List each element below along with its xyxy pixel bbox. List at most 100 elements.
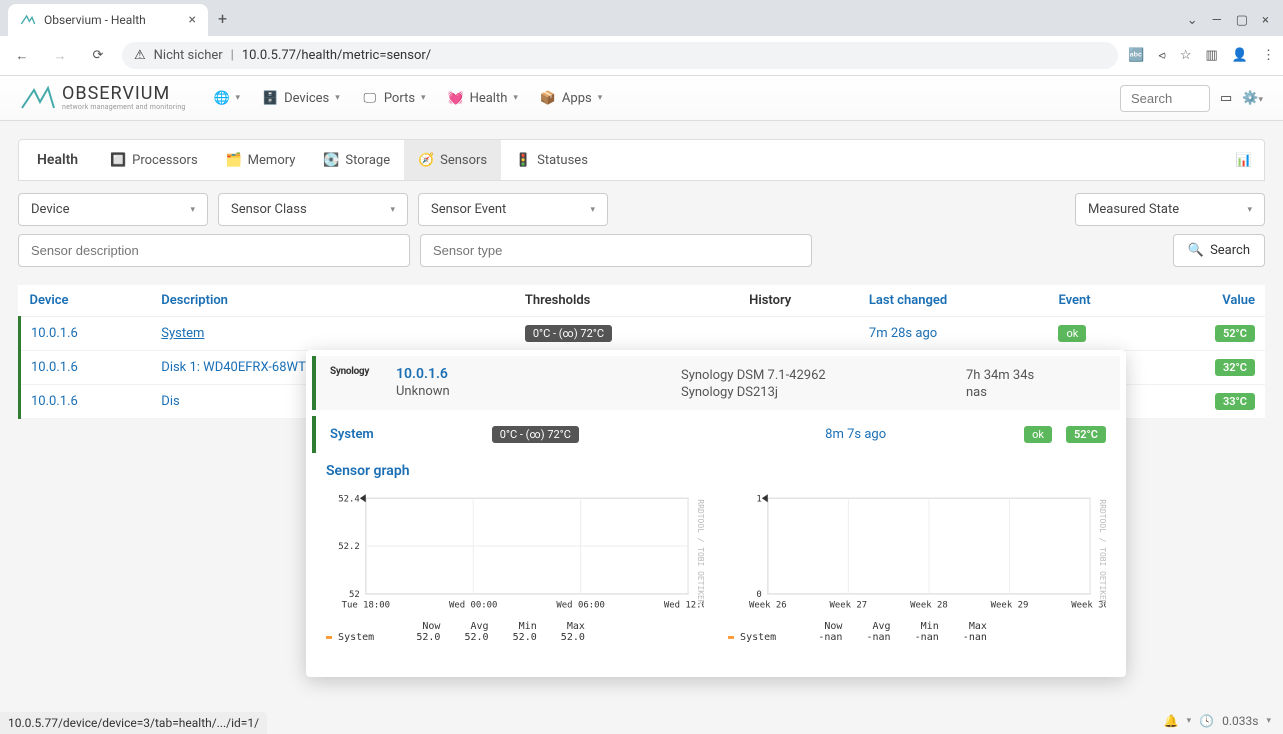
chart-icon[interactable]: 📊 (1236, 153, 1252, 168)
device-link[interactable]: 10.0.1.6 (31, 394, 78, 409)
chevron-down-icon: ▾ (590, 205, 595, 215)
profile-icon[interactable]: 👤 (1232, 48, 1248, 63)
event-chip: ok (1058, 325, 1086, 342)
app-logo[interactable]: OBSERVIUM network management and monitor… (20, 84, 186, 112)
nav-apps[interactable]: 📦Apps▾ (530, 82, 612, 114)
globe-icon: 🌐 (214, 90, 230, 106)
browser-tab[interactable]: Observium - Health × (8, 4, 208, 36)
status-bar-url: 10.0.5.77/device/device=3/tab=health/...… (0, 712, 267, 734)
svg-text:52.4: 52.4 (338, 494, 360, 504)
sensor-description-input[interactable] (18, 234, 410, 267)
col-description[interactable]: Description (151, 285, 515, 317)
device-link[interactable]: 10.0.1.6 (31, 326, 78, 341)
chevron-down-icon[interactable]: ▾ (1187, 716, 1192, 726)
tab-statuses[interactable]: 🚦Statuses (501, 140, 602, 180)
col-value[interactable]: Value (1149, 285, 1265, 317)
svg-text:1: 1 (756, 494, 761, 504)
chevron-down-icon[interactable]: ▾ (1266, 716, 1271, 726)
table-row[interactable]: 10.0.1.6 System 0°C - (∞) 72°C 7m 28s ag… (20, 317, 1266, 351)
sensor-type-input[interactable] (420, 234, 812, 267)
filter-row-2: 🔍Search (18, 234, 1265, 267)
memory-icon: 🗂️ (226, 152, 242, 168)
col-last-changed[interactable]: Last changed (859, 285, 1049, 317)
chevron-down-icon: ▾ (190, 205, 195, 215)
svg-text:0: 0 (756, 590, 761, 600)
svg-text:Week 26: Week 26 (749, 601, 787, 611)
close-window-icon[interactable]: × (1262, 13, 1269, 28)
popover-status: Unknown (396, 384, 681, 399)
value-chip: 33°C (1215, 393, 1255, 410)
new-tab-button[interactable]: + (208, 1, 237, 36)
heartbeat-icon: 💓 (448, 90, 464, 106)
popover-sensor-row: System 0°C - (∞) 72°C 8m 7s ago ok 52°C (312, 416, 1120, 453)
port-icon: 🖵 (362, 90, 378, 106)
svg-text:Week 29: Week 29 (991, 601, 1029, 611)
subnav-title: Health (19, 152, 96, 168)
tab-sensors[interactable]: 🧭Sensors (404, 140, 501, 180)
col-device[interactable]: Device (20, 285, 152, 317)
tab-memory[interactable]: 🗂️Memory (212, 140, 310, 180)
description-link[interactable]: Disk 1: WD40EFRX-68WT0N0 (161, 360, 330, 375)
nav-globe[interactable]: 🌐▾ (204, 82, 251, 114)
not-secure-icon: ⚠ (134, 48, 146, 63)
nav-ports[interactable]: 🖵Ports▾ (352, 82, 436, 114)
svg-text:Week 28: Week 28 (910, 601, 948, 611)
bell-icon[interactable]: 🔔 (1164, 714, 1179, 728)
minimize-icon[interactable]: — (1212, 13, 1222, 28)
vendor-logo: Synology (330, 366, 386, 400)
filter-sensor-class[interactable]: Sensor Class▾ (218, 193, 408, 226)
sensor-graph: 5252.252.4Tue 18:00Wed 00:00Wed 06:00Wed… (326, 487, 704, 657)
reload-button[interactable]: ⟳ (84, 42, 112, 70)
sub-nav: Health 🔲Processors 🗂️Memory 💽Storage 🧭Se… (18, 139, 1265, 181)
filter-measured-state[interactable]: Measured State▾ (1075, 193, 1265, 226)
url-text: 10.0.5.77/health/metric=sensor/ (242, 48, 431, 63)
bookmark-icon[interactable]: ☆ (1180, 48, 1192, 63)
popover-event: ok (1024, 426, 1052, 443)
svg-text:Wed 00:00: Wed 00:00 (449, 601, 497, 611)
description-link[interactable]: System (161, 326, 204, 341)
col-event[interactable]: Event (1048, 285, 1149, 317)
share-icon[interactable]: ⪦ (1159, 48, 1166, 63)
tab-close-icon[interactable]: × (189, 12, 196, 28)
popover-header: Synology 10.0.1.6 Unknown Synology DSM 7… (312, 356, 1120, 410)
tab-processors[interactable]: 🔲Processors (96, 140, 212, 180)
svg-text:RRDTOOL / TOBI OETIKER: RRDTOOL / TOBI OETIKER (1098, 499, 1106, 604)
popover-sensor-name[interactable]: System (330, 427, 374, 442)
sidepanel-icon[interactable]: ▥ (1206, 48, 1218, 63)
device-link[interactable]: 10.0.1.6 (31, 360, 78, 375)
nav-health[interactable]: 💓Health▾ (438, 82, 528, 114)
not-secure-label: Nicht sicher (154, 48, 223, 63)
back-button[interactable]: ← (8, 42, 36, 70)
disk-icon: 💽 (323, 152, 339, 168)
logo-text: OBSERVIUM (62, 85, 186, 103)
tab-storage[interactable]: 💽Storage (309, 140, 404, 180)
search-button[interactable]: 🔍Search (1173, 234, 1265, 267)
url-input[interactable]: ⚠ Nicht sicher | 10.0.5.77/health/metric… (122, 42, 1118, 69)
filter-device[interactable]: Device▾ (18, 193, 208, 226)
menu-icon[interactable]: ⋮ (1262, 48, 1275, 63)
col-history[interactable]: History (739, 285, 859, 317)
svg-text:Week 27: Week 27 (830, 601, 868, 611)
chevron-down-icon[interactable]: ⌄ (1187, 13, 1198, 28)
footer-right: 🔔 ▾ 🕓 0.033s ▾ (1164, 714, 1271, 728)
value-chip: 32°C (1215, 359, 1255, 376)
forward-button[interactable]: → (46, 42, 74, 70)
main-nav: 🌐▾ 🗄️Devices▾ 🖵Ports▾ 💓Health▾ 📦Apps▾ (204, 82, 613, 114)
maximize-icon[interactable]: ▢ (1236, 13, 1248, 28)
fullscreen-icon[interactable]: ▭ (1220, 91, 1232, 106)
logo-sub: network management and monitoring (62, 103, 186, 111)
site-icon (20, 12, 36, 28)
filter-row: Device▾ Sensor Class▾ Sensor Event▾ Meas… (18, 193, 1265, 226)
logo-icon (20, 84, 56, 112)
translate-icon[interactable]: 🔤 (1128, 48, 1144, 63)
col-thresholds[interactable]: Thresholds (515, 285, 739, 317)
filter-sensor-event[interactable]: Sensor Event▾ (418, 193, 608, 226)
description-link[interactable]: Dis (161, 394, 179, 409)
gear-icon[interactable]: ⚙️▾ (1242, 91, 1263, 106)
nav-devices[interactable]: 🗄️Devices▾ (252, 82, 350, 114)
global-search-input[interactable] (1120, 85, 1210, 112)
popover-value: 52°C (1066, 426, 1106, 443)
popover-ip[interactable]: 10.0.1.6 (396, 366, 681, 382)
svg-text:Tue 18:00: Tue 18:00 (342, 601, 390, 611)
chevron-down-icon: ▾ (1247, 205, 1252, 215)
